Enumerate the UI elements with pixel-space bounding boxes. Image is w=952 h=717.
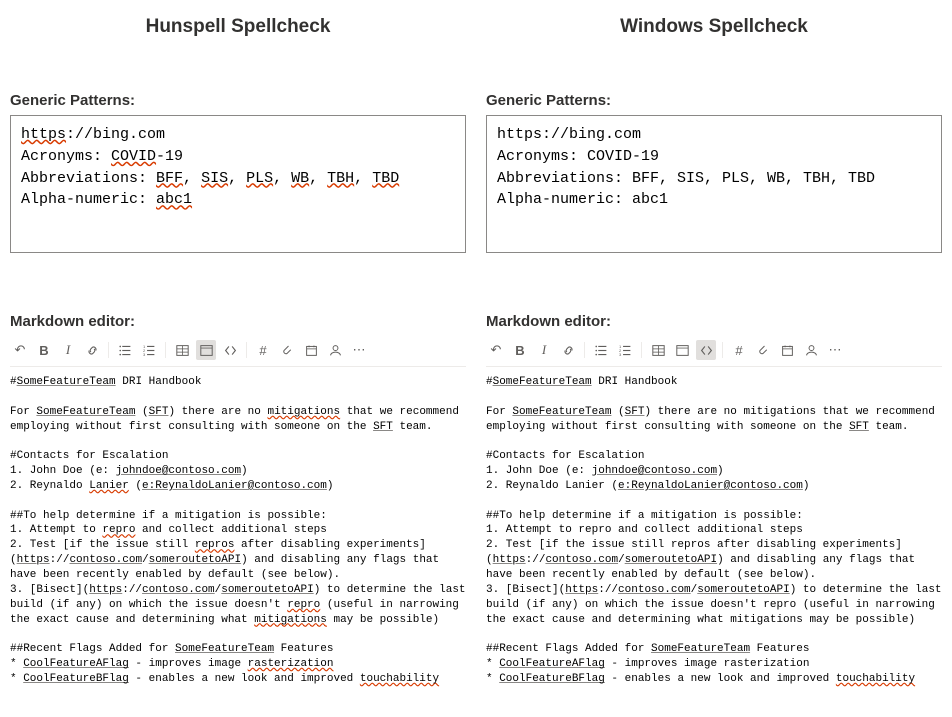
code-view-icon[interactable] <box>196 340 216 360</box>
toolbar-separator <box>641 342 642 358</box>
generic-patterns-box[interactable]: https://bing.com Acronyms: COVID-19 Abbr… <box>486 115 942 253</box>
generic-patterns-label: Generic Patterns: <box>486 92 942 109</box>
column-title: Hunspell Spellcheck <box>10 16 466 38</box>
more-icon[interactable]: ⋯ <box>825 340 845 360</box>
toolbar-separator <box>165 342 166 358</box>
calendar-icon[interactable] <box>301 340 321 360</box>
undo-icon[interactable]: ↶ <box>10 340 30 360</box>
markdown-editor-label: Markdown editor: <box>486 313 942 330</box>
generic-patterns-box[interactable]: https://bing.com Acronyms: COVID-19 Abbr… <box>10 115 466 253</box>
attachment-icon[interactable] <box>277 340 297 360</box>
ordered-list-icon[interactable]: 123 <box>139 340 159 360</box>
bullet-list-icon[interactable] <box>115 340 135 360</box>
preview-icon[interactable] <box>696 340 716 360</box>
svg-text:3: 3 <box>143 352 146 357</box>
bullet-list-icon[interactable] <box>591 340 611 360</box>
bold-icon[interactable]: B <box>34 340 54 360</box>
svg-text:3: 3 <box>619 352 622 357</box>
editor-toolbar: ↶BI 123 # ⋯ <box>486 336 942 367</box>
preview-icon[interactable] <box>220 340 240 360</box>
toolbar-separator <box>584 342 585 358</box>
heading-icon[interactable]: # <box>729 340 749 360</box>
ordered-list-icon[interactable]: 123 <box>615 340 635 360</box>
italic-icon[interactable]: I <box>58 340 78 360</box>
link-icon[interactable] <box>82 340 102 360</box>
bold-icon[interactable]: B <box>510 340 530 360</box>
markdown-editor-label: Markdown editor: <box>10 313 466 330</box>
more-icon[interactable]: ⋯ <box>349 340 369 360</box>
toolbar-separator <box>246 342 247 358</box>
heading-icon[interactable]: # <box>253 340 273 360</box>
editor-toolbar: ↶BI 123 # ⋯ <box>10 336 466 367</box>
generic-patterns-label: Generic Patterns: <box>10 92 466 109</box>
link-icon[interactable] <box>558 340 578 360</box>
code-view-icon[interactable] <box>672 340 692 360</box>
markdown-editor-body[interactable]: #SomeFeatureTeam DRI Handbook For SomeFe… <box>486 375 942 687</box>
table-icon[interactable] <box>172 340 192 360</box>
markdown-editor-body[interactable]: #SomeFeatureTeam DRI Handbook For SomeFe… <box>10 375 466 687</box>
attachment-icon[interactable] <box>753 340 773 360</box>
table-icon[interactable] <box>648 340 668 360</box>
toolbar-separator <box>108 342 109 358</box>
toolbar-separator <box>722 342 723 358</box>
undo-icon[interactable]: ↶ <box>486 340 506 360</box>
mention-icon[interactable] <box>801 340 821 360</box>
italic-icon[interactable]: I <box>534 340 554 360</box>
calendar-icon[interactable] <box>777 340 797 360</box>
column-title: Windows Spellcheck <box>486 16 942 38</box>
mention-icon[interactable] <box>325 340 345 360</box>
